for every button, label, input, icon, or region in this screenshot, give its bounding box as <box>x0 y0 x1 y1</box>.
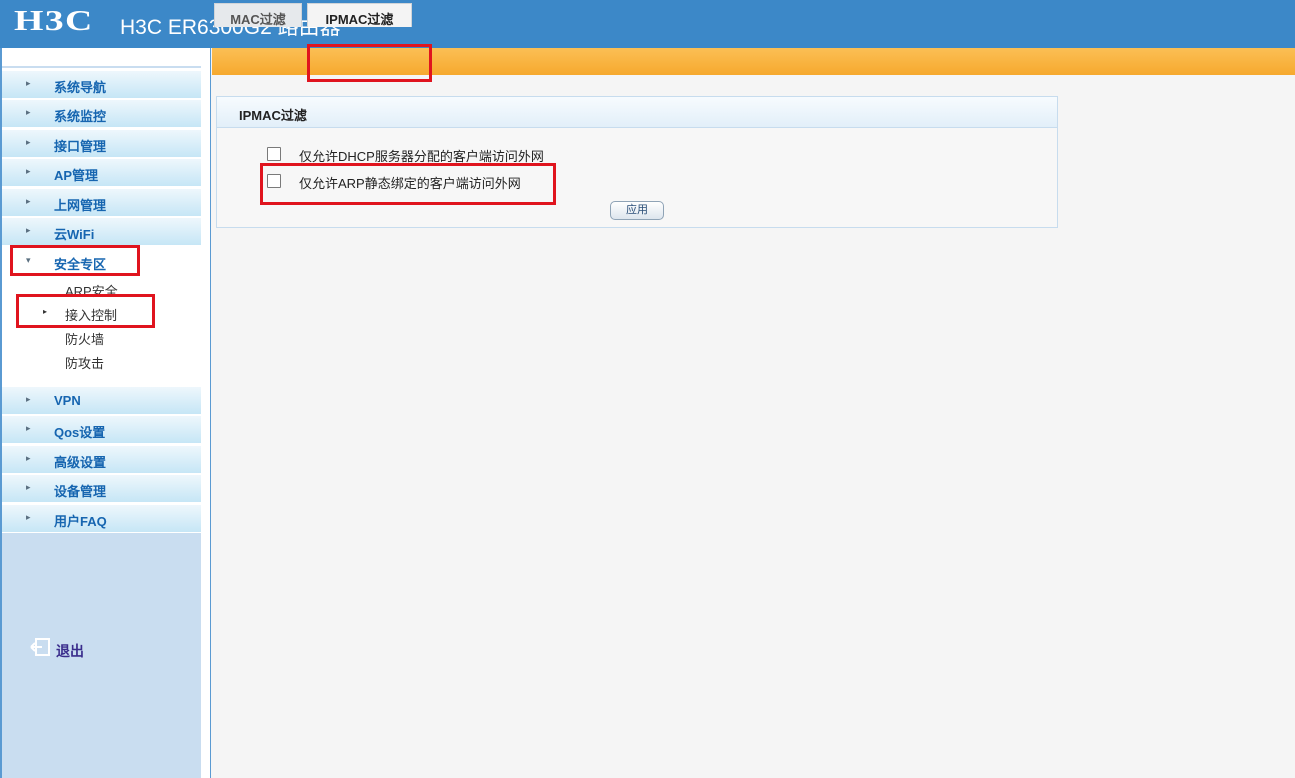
sidebar-item-qos[interactable]: ▸ Qos设置 <box>2 416 201 444</box>
chevron-right-icon: ▸ <box>26 138 31 148</box>
ipmac-filter-panel: IPMAC过滤 仅允许DHCP服务器分配的客户端访问外网 仅允许ARP静态绑定的… <box>216 96 1058 228</box>
sidebar-item-internet[interactable]: ▸ 上网管理 <box>2 189 201 217</box>
logout-label: 退出 <box>56 643 84 659</box>
sidebar-item-label: 系统监控 <box>54 109 107 124</box>
sub-item-anti-attack[interactable]: 防攻击 <box>2 349 201 373</box>
sidebar-item-interface[interactable]: ▸ 接口管理 <box>2 130 201 158</box>
tab-ipmac-filter[interactable]: IPMAC过滤 <box>307 3 412 27</box>
sidebar-item-label: 云WiFi <box>54 227 95 242</box>
highlight-box-tab <box>307 44 432 82</box>
chevron-right-icon: ▸ <box>26 395 31 405</box>
sidebar-item-system-nav[interactable]: ▸ 系统导航 <box>2 71 201 99</box>
sidebar-item-label: 设备管理 <box>54 484 107 499</box>
chevron-right-icon: ▸ <box>26 454 31 464</box>
sub-item-label: 防攻击 <box>65 356 105 371</box>
chevron-right-icon: ▸ <box>26 513 31 523</box>
panel-title: IPMAC过滤 <box>239 108 307 123</box>
highlight-box-option <box>260 163 556 205</box>
highlight-box-security <box>10 245 140 276</box>
sidebar-item-faq[interactable]: ▸ 用户FAQ <box>2 505 201 533</box>
sub-item-firewall[interactable]: 防火墙 <box>2 325 201 349</box>
chevron-right-icon: ▸ <box>26 197 31 207</box>
sidebar-item-label: 用户FAQ <box>54 514 107 529</box>
sidebar-item-system-monitor[interactable]: ▸ 系统监控 <box>2 100 201 128</box>
sub-item-label: 防火墙 <box>65 332 105 347</box>
sidebar-item-vpn[interactable]: ▸ VPN <box>2 387 201 415</box>
chevron-right-icon: ▸ <box>26 226 31 236</box>
chevron-right-icon: ▸ <box>26 79 31 89</box>
sidebar-item-label: 接口管理 <box>54 139 107 154</box>
sidebar-item-label: 高级设置 <box>54 455 107 470</box>
sidebar-item-label: 系统导航 <box>54 80 107 95</box>
chevron-right-icon: ▸ <box>26 483 31 493</box>
sidebar-item-label: 上网管理 <box>54 198 107 213</box>
highlight-box-access-control <box>16 294 155 328</box>
dhcp-only-checkbox[interactable] <box>267 147 281 161</box>
h3c-logo: H3C <box>14 6 94 37</box>
tab-mac-filter[interactable]: MAC过滤 <box>214 3 302 27</box>
sidebar-item-label: Qos设置 <box>54 425 106 440</box>
sidebar-item-label: AP管理 <box>54 168 99 183</box>
sidebar-item-device[interactable]: ▸ 设备管理 <box>2 475 201 503</box>
chevron-right-icon: ▸ <box>26 167 31 177</box>
sidebar-item-label: VPN <box>54 393 81 408</box>
sidebar-item-cloud-wifi[interactable]: ▸ 云WiFi <box>2 218 201 246</box>
sidebar-item-advanced[interactable]: ▸ 高级设置 <box>2 446 201 474</box>
panel-header: IPMAC过滤 <box>217 97 1057 128</box>
sidebar-top-divider <box>2 66 201 68</box>
sidebar-item-ap[interactable]: ▸ AP管理 <box>2 159 201 187</box>
logout-icon <box>30 638 52 661</box>
chevron-right-icon: ▸ <box>26 424 31 434</box>
chevron-right-icon: ▸ <box>26 108 31 118</box>
top-header: H3C H3C ER6300G2 路由器 <box>0 0 1295 48</box>
apply-button[interactable]: 应用 <box>610 201 664 220</box>
